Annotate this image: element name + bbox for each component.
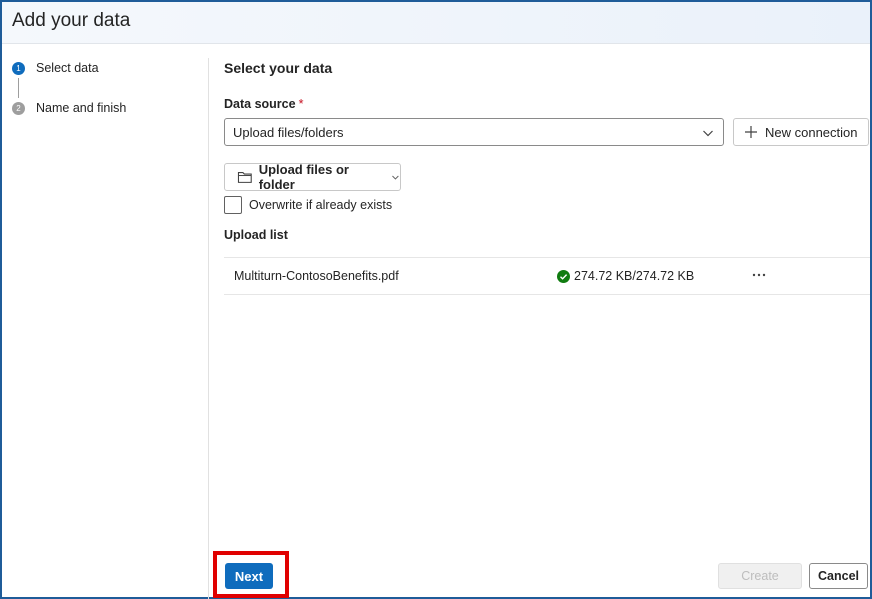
more-icon[interactable]: [751, 267, 767, 283]
file-status: 274.72 KB/274.72 KB: [557, 269, 694, 283]
step-label: Name and finish: [36, 101, 127, 115]
data-source-selected-value: Upload files/folders: [233, 124, 344, 140]
plus-icon: [745, 126, 757, 138]
upload-button-label: Upload files or folder: [258, 162, 349, 192]
add-data-dialog: Add your data 1 Select data 2 Name and f…: [0, 0, 872, 599]
overwrite-checkbox[interactable]: [224, 196, 242, 214]
wizard-steps: 1 Select data 2 Name and finish: [2, 44, 208, 597]
step-label: Select data: [36, 61, 99, 75]
required-marker: *: [298, 97, 304, 111]
step-select-data[interactable]: 1 Select data: [12, 58, 99, 78]
cancel-button[interactable]: Cancel: [809, 563, 868, 589]
dialog-title: Add your data: [12, 10, 131, 31]
step-number: 2: [12, 101, 25, 115]
dialog-header: Add your data: [2, 2, 870, 44]
section-title: Select your data: [224, 60, 333, 76]
data-source-label: Data source *: [224, 97, 303, 111]
new-connection-button[interactable]: New connection: [733, 118, 869, 146]
upload-files-or-folder-button[interactable]: Upload files or folder: [224, 162, 401, 192]
overwrite-option[interactable]: Overwrite if already exists: [224, 196, 392, 214]
file-name: Multiturn-ContosoBenefits.pdf: [234, 269, 399, 283]
file-size-progress: 274.72 KB/274.72 KB: [574, 269, 695, 283]
step-connector: [18, 78, 19, 98]
overwrite-label: Overwrite if already exists: [249, 198, 393, 212]
new-connection-label: New connection: [765, 124, 858, 140]
step-name-and-finish[interactable]: 2 Name and finish: [12, 98, 126, 118]
chevron-down-icon: [703, 130, 713, 137]
folder-icon: [237, 172, 252, 183]
chevron-down-icon: [392, 175, 399, 180]
data-source-dropdown[interactable]: Upload files/folders: [224, 118, 724, 146]
upload-list-item: Multiturn-ContosoBenefits.pdf 274.72 KB/…: [224, 257, 870, 295]
highlight-annotation: [213, 551, 289, 598]
create-button[interactable]: Create: [718, 563, 802, 589]
data-source-label-text: Data source: [224, 97, 296, 111]
main-panel: Select your data Data source * Upload fil…: [209, 44, 870, 597]
success-check-icon: [557, 269, 570, 283]
step-number: 1: [12, 61, 25, 75]
upload-list-heading: Upload list: [224, 228, 288, 242]
